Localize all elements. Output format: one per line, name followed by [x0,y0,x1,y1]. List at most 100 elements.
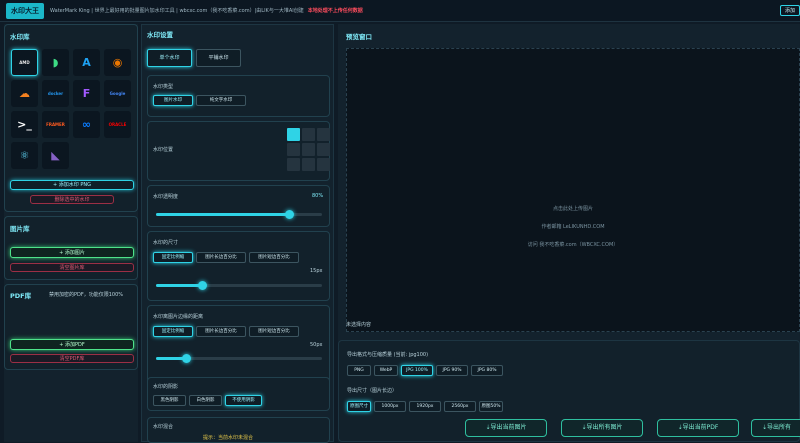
export-size-option-1[interactable]: 1000px [374,401,406,412]
type-text-option[interactable]: 纯文字水印 [196,95,246,106]
size-option-fixed[interactable]: 固定比例缩 [153,252,193,263]
delete-watermark-button[interactable]: 删除选中的水印 [30,195,114,204]
pdf-note: 禁用加密的PDF，功能仅限100% [49,292,124,298]
shadow-panel: 水印的阴影 黑色阴影 白色阴影 不使用阴影 [147,377,330,411]
shadow-label: 水印的阴影 [153,384,179,390]
format-option-0[interactable]: PNG [347,365,371,376]
export-all-images-button[interactable]: ⇣导出所有图片 [561,419,643,437]
export-size-option-3[interactable]: 2560px [444,401,476,412]
watermark-item-terminal[interactable]: >_ [11,111,38,138]
position-cell-3[interactable] [287,143,300,156]
opacity-value: 80% [312,193,324,199]
margin-option-long[interactable]: 图片长边百分比 [196,326,246,337]
preview-title: 预览窗口 [346,33,372,41]
watermark-item-google[interactable]: Google [104,80,131,107]
watermark-item-amd[interactable]: AMD [11,49,38,76]
tab-single-watermark[interactable]: 单个水印 [147,49,192,67]
watermark-item-docker[interactable]: docker [42,80,69,107]
position-cell-2[interactable] [317,128,330,141]
android-icon: ◗ [52,56,59,69]
margin-value: 50px [310,342,323,348]
position-cell-4[interactable] [302,143,315,156]
add-image-button[interactable]: + 添加图片 [10,247,134,258]
size-label: 水印的尺寸 [153,240,179,246]
size-option-short[interactable]: 图片短边百分比 [249,252,299,263]
shadow-option-white[interactable]: 白色阴影 [189,395,222,406]
margin-slider[interactable] [156,354,322,363]
format-option-1[interactable]: WebP [374,365,398,376]
format-option-4[interactable]: JPG 80% [471,365,503,376]
clear-images-button[interactable]: 清空图片库 [10,263,134,272]
size-slider[interactable] [156,281,322,290]
watermark-item-meta[interactable]: ∞ [73,111,100,138]
margin-slider-knob[interactable] [181,354,191,363]
export-size-option-0[interactable]: 原图尺寸 [347,401,371,412]
export-size-option-4[interactable]: 原图50% [479,401,503,412]
clear-pdf-button[interactable]: 清空PDF库 [10,354,134,363]
size-slider-fill [156,284,203,287]
settings-title: 水印设置 [147,31,173,39]
pdf-library-panel: PDF库 禁用加密的PDF，功能仅限100% + 添加PDF 清空PDF库 [4,284,138,370]
position-cell-5[interactable] [317,143,330,156]
terminal-icon: >_ [17,118,32,131]
watermark-item-app-store[interactable]: A [73,49,100,76]
opacity-slider[interactable] [156,210,322,219]
watermark-item-android[interactable]: ◗ [42,49,69,76]
format-option-3[interactable]: JPG 90% [436,365,468,376]
watermark-item-figma[interactable]: F [73,80,100,107]
oracle-icon: ORACLE [108,122,127,127]
watermark-item-react[interactable]: ⚛ [11,142,38,169]
image-library-panel: 图片库 + 添加图片 清空图片库 [4,216,138,280]
blend-label: 水印混合 [153,424,174,430]
size-panel: 水印的尺寸 固定比例缩 图片长边百分比 图片短边百分比 15px [147,231,330,301]
opacity-panel: 水印透明度 80% [147,185,330,227]
position-cell-6[interactable] [287,158,300,171]
shadow-option-black[interactable]: 黑色阴影 [153,395,186,406]
preview-window[interactable]: 点击此处上传图片 作者邮箱 LeLIKUNHD.COM 访问 我不吃香菜.com… [346,48,800,332]
watermark-item-visual-studio[interactable]: ◣ [42,142,69,169]
export-current-pdf-button[interactable]: ⇣导出当前PDF [657,419,739,437]
watermark-item-blender[interactable]: ◉ [104,49,131,76]
position-cell-7[interactable] [302,158,315,171]
size-option-long[interactable]: 图片长边百分比 [196,252,246,263]
add-watermark-button[interactable]: + 添加水印 PNG [10,180,134,190]
tab-tiled-watermark[interactable]: 平铺水印 [196,49,241,67]
position-cell-1[interactable] [302,128,315,141]
google-icon: Google [109,91,126,96]
pdf-library-title: PDF库 [10,292,32,300]
watermark-item-cloudflare[interactable]: ☁ [11,80,38,107]
left-column: 水印库 AMD ◗ A ◉ ☁ docker F Google >_ FRAMER ∞ ORACLE ⚛… [4,24,138,442]
margin-option-short[interactable]: 图片短边百分比 [249,326,299,337]
watermark-library-title: 水印库 [10,33,30,41]
top-bar: 水印大王 WaterMark King | 世界上最好用的批量图片加水印工具 |… [0,0,800,22]
position-cell-8[interactable] [317,158,330,171]
opacity-label: 水印透明度 [153,194,179,200]
blender-icon: ◉ [112,56,123,69]
export-size-option-2[interactable]: 1920px [409,401,441,412]
margin-option-fixed[interactable]: 固定比例缩 [153,326,193,337]
watermark-item-framer[interactable]: FRAMER [42,111,69,138]
export-format-label: 导出格式与压缩质量 (当前: jpg100) [347,352,429,358]
format-option-2[interactable]: JPG 100% [401,365,433,376]
privacy-warning: 本地处理不上传任何数据 [307,8,363,14]
header-add-button[interactable]: 添加 [779,5,800,16]
opacity-slider-knob[interactable] [284,210,294,219]
app-store-icon: A [82,56,91,69]
blend-note: 提示：当前水印未混合 [203,435,254,441]
watermark-grid: AMD ◗ A ◉ ☁ docker F Google >_ FRAMER ∞ ORACLE ⚛ ◣ [11,49,131,169]
size-slider-knob[interactable] [198,281,208,290]
amd-icon: AMD [19,60,30,65]
watermark-library-panel: 水印库 AMD ◗ A ◉ ☁ docker F Google >_ FRAMER ∞ ORACLE ⚛… [4,24,138,212]
export-current-image-button[interactable]: ⇣导出当前图片 [465,419,547,437]
shadow-option-none[interactable]: 不使用阴影 [225,395,262,406]
watermark-item-oracle[interactable]: ORACLE [104,111,131,138]
export-size-label: 导出尺寸（图片长边） [347,388,398,394]
position-grid [287,128,330,171]
no-content-label: 未选择内容 [346,322,372,328]
watermark-type-label: 水印类型 [153,84,174,90]
add-pdf-button[interactable]: + 添加PDF [10,339,134,350]
export-all-pdf-button[interactable]: ⇣导出所有 [751,419,800,437]
cloudflare-icon: ☁ [19,87,30,100]
position-cell-0[interactable] [287,128,300,141]
type-image-option[interactable]: 图片水印 [153,95,193,106]
